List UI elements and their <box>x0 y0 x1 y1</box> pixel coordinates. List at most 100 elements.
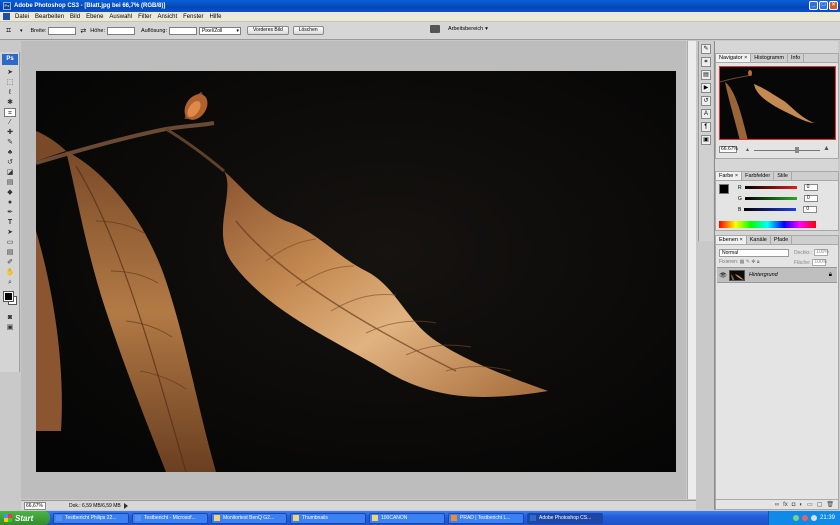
swap-dimensions-icon[interactable]: ⇄ <box>80 27 86 35</box>
type-tool-icon[interactable]: T <box>4 218 16 227</box>
zoom-in-icon[interactable]: ▲ <box>823 145 830 152</box>
magic-wand-tool-icon[interactable]: ✱ <box>4 98 16 107</box>
zoom-field[interactable]: 66,67% <box>24 501 46 510</box>
tab-styles[interactable]: Stile <box>774 172 792 180</box>
menu-hilfe[interactable]: Hilfe <box>206 14 224 20</box>
lasso-tool-icon[interactable]: ℓ <box>4 88 16 97</box>
taskbar-item[interactable]: Testbericht - Microsof... <box>132 512 208 524</box>
channel-g-value[interactable]: 0 <box>803 195 818 202</box>
channel-b-value[interactable]: 0 <box>803 206 818 213</box>
volume-icon[interactable] <box>810 515 817 521</box>
history-palette-icon[interactable]: ↺ <box>701 96 711 106</box>
tab-histogram[interactable]: Histogramm <box>751 54 788 62</box>
status-menu-arrow-icon[interactable] <box>123 502 130 509</box>
color-spectrum-bar[interactable] <box>719 221 816 228</box>
zoom-tool-icon[interactable]: ⌕ <box>4 278 16 287</box>
height-input[interactable] <box>106 26 135 35</box>
screen-mode-icon[interactable]: ▣ <box>4 323 16 332</box>
taskbar-item[interactable]: PRAD | Testbericht L... <box>448 512 524 524</box>
blur-tool-icon[interactable]: ◆ <box>4 188 16 197</box>
layer-comps-palette-icon[interactable]: ▤ <box>701 70 711 80</box>
new-layer-icon[interactable]: ▢ <box>817 501 823 508</box>
width-input[interactable] <box>48 26 77 35</box>
brushes-palette-icon[interactable]: ✎ <box>701 44 711 54</box>
lock-transparency-icon[interactable]: ▦ <box>740 259 745 265</box>
tab-paths[interactable]: Pfade <box>771 236 793 244</box>
clone-stamp-tool-icon[interactable]: ♣ <box>4 148 16 157</box>
path-selection-tool-icon[interactable]: ➤ <box>4 228 16 237</box>
paragraph-palette-icon[interactable]: ¶ <box>701 122 711 132</box>
eyedropper-tool-icon[interactable]: ✐ <box>4 258 16 267</box>
foreground-color-swatch[interactable] <box>3 291 14 302</box>
minimize-button[interactable]: _ <box>809 1 818 10</box>
tab-swatches[interactable]: Farbfelder <box>742 172 775 180</box>
link-layers-icon[interactable]: ∞ <box>775 502 779 508</box>
vertical-scrollbar[interactable] <box>687 41 696 499</box>
menu-filter[interactable]: Filter <box>135 14 154 20</box>
taskbar-item[interactable]: Testbericht Philips 22... <box>53 512 129 524</box>
fill-field[interactable]: 100% <box>812 259 827 266</box>
tab-info[interactable]: Info <box>788 54 805 62</box>
history-brush-tool-icon[interactable]: ↺ <box>4 158 16 167</box>
navigator-zoom-field[interactable]: 66.67% <box>719 146 738 153</box>
dodge-tool-icon[interactable]: ● <box>4 198 16 207</box>
opacity-field[interactable]: 100% <box>814 249 829 256</box>
notes-tool-icon[interactable]: ▤ <box>4 248 16 257</box>
clone-source-palette-icon[interactable]: ▣ <box>701 135 711 145</box>
slice-tool-icon[interactable]: ⁄ <box>4 118 16 127</box>
tab-color[interactable]: Farbe × <box>716 172 743 180</box>
menu-bearbeiten[interactable]: Bearbeiten <box>32 14 67 20</box>
menu-auswahl[interactable]: Auswahl <box>106 14 135 20</box>
layer-row[interactable]: 👁︎ Hintergrund 🔒︎ <box>717 267 837 283</box>
navigator-zoom-slider[interactable] <box>754 150 820 151</box>
menu-ebene[interactable]: Ebene <box>83 14 106 20</box>
channel-r-slider[interactable] <box>744 186 797 189</box>
eraser-tool-icon[interactable]: ◪ <box>4 168 16 177</box>
maximize-button[interactable]: □ <box>819 1 828 10</box>
navigator-zoom-slider-knob[interactable] <box>795 147 799 153</box>
start-button[interactable]: Start <box>0 511 50 525</box>
channel-b-slider[interactable] <box>744 208 797 211</box>
resolution-input[interactable] <box>168 26 197 35</box>
clear-button[interactable]: Löschen <box>292 26 324 35</box>
new-group-icon[interactable]: ▭ <box>807 501 813 508</box>
app-menu-icon[interactable] <box>3 13 10 20</box>
taskbar-item-active[interactable]: Adobe Photoshop CS... <box>527 512 603 524</box>
color-swatches[interactable] <box>3 291 17 309</box>
crop-tool-preset-icon[interactable]: ⌗ <box>6 25 20 36</box>
adjustment-layer-icon[interactable]: ◐ <box>799 502 803 508</box>
menu-fenster[interactable]: Fenster <box>180 14 206 20</box>
security-icon[interactable] <box>801 515 808 521</box>
delete-layer-icon[interactable]: 🗑︎ <box>826 501 834 508</box>
network-icon[interactable] <box>792 515 799 521</box>
lock-position-icon[interactable]: ✥ <box>751 259 755 265</box>
shape-tool-icon[interactable]: ▭ <box>4 238 16 247</box>
tool-presets-palette-icon[interactable]: ⌗ <box>701 57 711 67</box>
photoshop-logo[interactable]: Ps <box>2 54 18 65</box>
workspace-switcher[interactable]: Arbeitsbereich ▾ <box>430 25 488 33</box>
channel-r-value[interactable]: 0 <box>803 184 818 191</box>
actions-palette-icon[interactable]: ▶ <box>701 83 711 93</box>
layer-visibility-eye-icon[interactable]: 👁︎ <box>719 272 727 279</box>
pen-tool-icon[interactable]: ✒ <box>4 208 16 217</box>
crop-tool-icon[interactable]: ⌗ <box>4 108 16 117</box>
menu-bild[interactable]: Bild <box>67 14 83 20</box>
document-canvas[interactable] <box>36 71 676 472</box>
marquee-tool-icon[interactable]: ⬚ <box>4 78 16 87</box>
gradient-tool-icon[interactable]: ▤ <box>4 178 16 187</box>
close-button[interactable]: × <box>829 1 838 10</box>
blend-mode-select[interactable]: Normal <box>719 249 789 257</box>
taskbar-item[interactable]: 100CANON <box>369 512 445 524</box>
navigator-preview[interactable] <box>719 66 836 140</box>
lock-image-icon[interactable]: ✎ <box>746 259 750 265</box>
brush-tool-icon[interactable]: ✎ <box>4 138 16 147</box>
front-image-button[interactable]: Vorderes Bild <box>246 26 289 35</box>
hand-tool-icon[interactable]: ✋ <box>4 268 16 277</box>
menu-ansicht[interactable]: Ansicht <box>154 14 180 20</box>
channel-g-slider[interactable] <box>744 197 797 200</box>
lock-all-icon[interactable]: 🔒︎ <box>757 259 760 265</box>
tab-layers[interactable]: Ebenen × <box>716 236 747 244</box>
tab-navigator[interactable]: Navigator × <box>716 54 752 62</box>
zoom-out-icon[interactable]: ▴ <box>746 146 749 153</box>
tab-channels[interactable]: Kanäle <box>747 236 771 244</box>
